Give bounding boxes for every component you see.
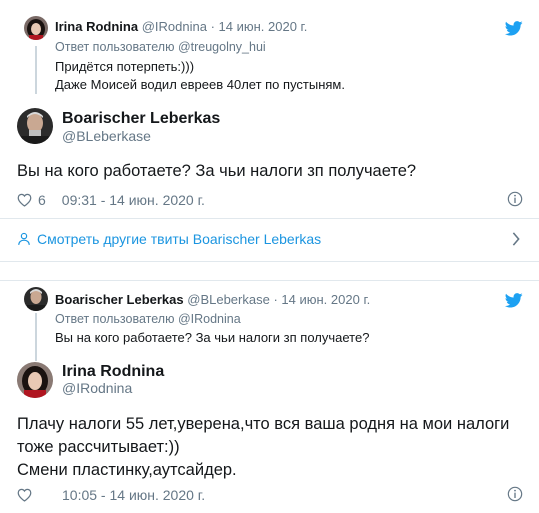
info-icon[interactable] [507, 486, 523, 502]
person-icon [18, 232, 30, 245]
tweet-timestamp[interactable]: 10:05 - 14 июн. 2020 г. [62, 487, 205, 503]
main-text-line-2: тоже рассчитывает:)) [17, 438, 180, 456]
parent-date[interactable]: 14 июн. 2020 г. [219, 19, 308, 34]
reply-prefix: Ответ пользователю [55, 40, 175, 54]
parent-avatar[interactable] [24, 287, 48, 311]
main-text-line-3: Смени пластинку,аутсайдер. [17, 461, 237, 479]
parent-author-name[interactable]: Irina Rodnina [55, 19, 138, 34]
reply-to-link[interactable]: @treugolny_hui [178, 40, 266, 54]
main-avatar[interactable] [17, 108, 53, 144]
tweet-timestamp[interactable]: 09:31 - 14 июн. 2020 г. [62, 192, 205, 208]
main-author-name[interactable]: Irina Rodnina [62, 363, 164, 381]
parent-text-line-1: Придётся потерпеть:))) [55, 59, 195, 74]
info-icon[interactable] [507, 191, 523, 207]
heart-icon[interactable] [17, 193, 32, 207]
embedded-tweet-1: Irina Rodnina @IRodnina · 14 июн. 2020 г… [0, 0, 539, 262]
more-tweets-link[interactable]: Смотреть другие твиты Boarischer Leberka… [17, 231, 321, 247]
like-count[interactable]: 6 [38, 192, 46, 208]
main-text-line-1: Плачу налоги 55 лет,уверена,что вся ваша… [17, 415, 510, 433]
main-author-handle[interactable]: @BLeberkase [62, 128, 151, 144]
parent-text-line-1: Вы на кого работаете? За чьи налоги зп п… [55, 330, 370, 345]
parent-author-handle[interactable]: @BLeberkase [187, 292, 270, 307]
parent-avatar[interactable] [24, 16, 48, 40]
more-tweets-label[interactable]: Смотреть другие твиты Boarischer Leberka… [37, 231, 321, 247]
thread-line [35, 46, 37, 94]
main-tweet-text: Вы на кого работаете? За чьи налоги зп п… [17, 162, 417, 180]
chevron-right-icon[interactable] [511, 232, 521, 246]
parent-text-line-2: Даже Моисей водил евреев 40лет по пустын… [55, 77, 345, 92]
separator-dot: · [273, 292, 278, 307]
main-avatar[interactable] [17, 362, 53, 398]
reply-prefix: Ответ пользователю [55, 312, 175, 326]
separator-dot: · [210, 19, 215, 34]
parent-date[interactable]: 14 июн. 2020 г. [281, 292, 370, 307]
heart-icon[interactable] [17, 488, 32, 502]
reply-to-link[interactable]: @IRodnina [178, 312, 241, 326]
twitter-bird-icon[interactable] [505, 293, 523, 308]
parent-author-name[interactable]: Boarischer Leberkas [55, 292, 184, 307]
parent-author-handle[interactable]: @IRodnina [142, 19, 207, 34]
thread-line [35, 313, 37, 361]
divider [0, 218, 539, 219]
twitter-bird-icon[interactable] [505, 21, 523, 36]
embedded-tweet-2: Boarischer Leberkas @BLeberkase · 14 июн… [0, 280, 539, 513]
main-author-handle[interactable]: @IRodnina [62, 380, 132, 396]
main-author-name[interactable]: Boarischer Leberkas [62, 110, 220, 128]
